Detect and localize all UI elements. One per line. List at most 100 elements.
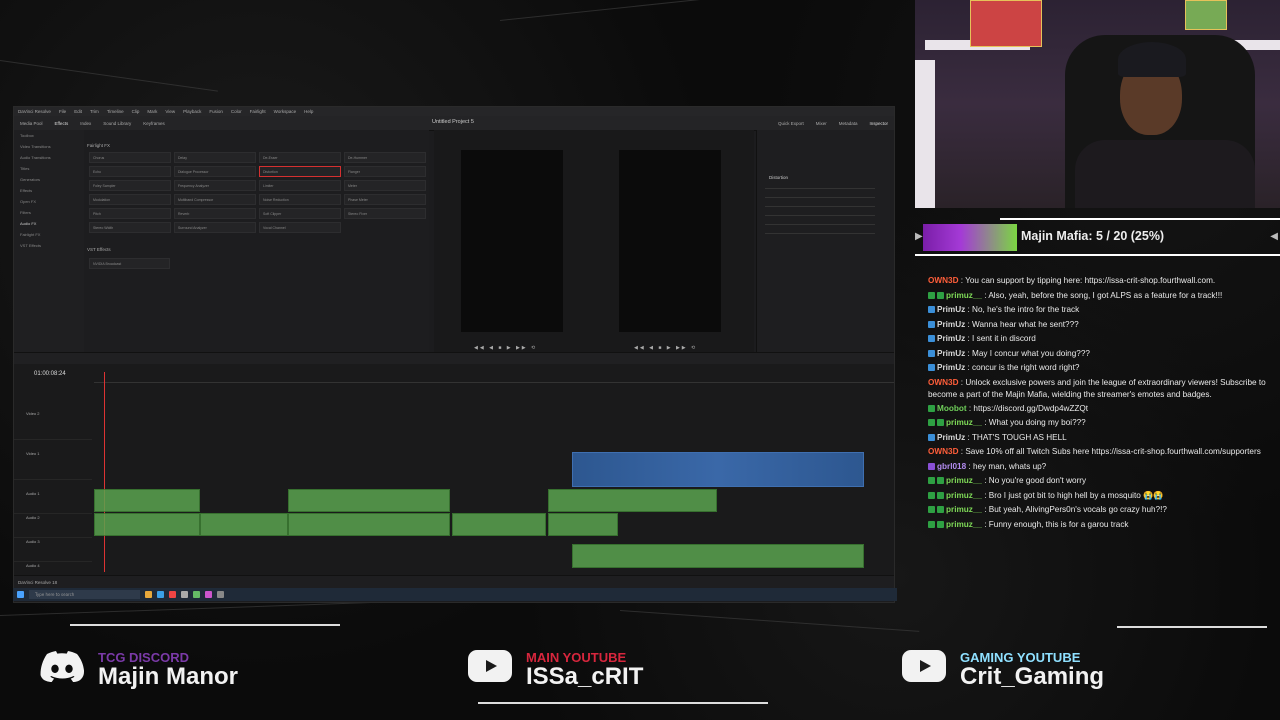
inspector-slider[interactable] [765, 203, 875, 207]
tree-item[interactable]: Fairlight FX [14, 229, 84, 240]
app-icon[interactable] [169, 591, 176, 598]
audio-clip[interactable] [94, 489, 200, 512]
chat-username[interactable]: primuz__ [946, 491, 982, 500]
tree-item[interactable]: Filters [14, 207, 84, 218]
menu-item[interactable]: Color [231, 109, 242, 114]
tree-item[interactable]: Video Transitions [14, 141, 84, 152]
menu-item[interactable]: Playback [183, 109, 201, 114]
sound-library-button[interactable]: Sound Library [97, 121, 137, 126]
chat-username[interactable]: primuz__ [946, 505, 982, 514]
media-pool-button[interactable]: Media Pool [14, 121, 49, 126]
tree-item[interactable]: Audio Transitions [14, 152, 84, 163]
audio-clip[interactable] [548, 489, 717, 512]
effects-button[interactable]: Effects [49, 121, 75, 126]
fx-item[interactable]: Surround Analyzer [174, 222, 256, 233]
audio-clip[interactable] [572, 544, 864, 568]
audio-clip[interactable] [452, 513, 546, 536]
source-viewer[interactable] [461, 150, 563, 332]
chat-username[interactable]: PrimUz [937, 305, 965, 314]
chat-username[interactable]: primuz__ [946, 520, 982, 529]
menu-item[interactable]: View [165, 109, 175, 114]
timeline-viewer[interactable] [619, 150, 721, 332]
fx-item[interactable]: Meter [344, 180, 426, 191]
chat-username[interactable]: OWN3D [928, 378, 958, 387]
fx-item[interactable]: Chorus [89, 152, 171, 163]
menu-item[interactable]: DaVinci Resolve [18, 109, 51, 114]
transport-controls[interactable]: ◀◀ ◀ ■ ▶ ▶▶ ⟲ [634, 345, 697, 351]
video-clip[interactable] [572, 452, 864, 487]
fx-item[interactable]: Vocal Channel [259, 222, 341, 233]
fx-item[interactable]: Frequency Analyzer [174, 180, 256, 191]
inspector-slider[interactable] [765, 230, 875, 234]
chat-username[interactable]: primuz__ [946, 291, 982, 300]
metadata-button[interactable]: Metadata [833, 121, 864, 126]
tree-item[interactable]: Generators [14, 174, 84, 185]
tree-item[interactable]: Toolbox [14, 130, 84, 141]
fx-item[interactable]: Echo [89, 166, 171, 177]
menu-item[interactable]: Edit [74, 109, 82, 114]
fx-item[interactable]: Stereo Fixer [344, 208, 426, 219]
inspector-button[interactable]: Inspector [863, 121, 894, 126]
fx-item[interactable]: Soft Clipper [259, 208, 341, 219]
fx-item[interactable]: Multiband Compressor [174, 194, 256, 205]
tree-item[interactable]: Titles [14, 163, 84, 174]
index-button[interactable]: Index [74, 121, 97, 126]
inspector-slider[interactable] [765, 221, 875, 225]
tree-item[interactable]: Effects [14, 185, 84, 196]
audio-clip[interactable] [200, 513, 288, 536]
menu-item[interactable]: Trim [90, 109, 99, 114]
tree-item[interactable]: Audio FX [14, 218, 84, 229]
fx-item[interactable]: Modulation [89, 194, 171, 205]
start-icon[interactable] [17, 591, 24, 598]
menu-item[interactable]: Fusion [209, 109, 223, 114]
audio-clip[interactable] [548, 513, 618, 536]
app-icon[interactable] [205, 591, 212, 598]
fx-item[interactable]: Flanger [344, 166, 426, 177]
menu-item[interactable]: Mark [147, 109, 157, 114]
tree-item[interactable]: VST Effects [14, 240, 84, 251]
menu-item[interactable]: Timeline [107, 109, 124, 114]
chat-username[interactable]: primuz__ [946, 418, 982, 427]
transport-controls[interactable]: ◀◀ ◀ ■ ▶ ▶▶ ⟲ [474, 345, 537, 351]
fx-item[interactable]: Delay [174, 152, 256, 163]
fx-item-selected[interactable]: Distortion [259, 166, 341, 177]
fx-item[interactable]: De-Hummer [344, 152, 426, 163]
taskbar-search[interactable]: Type here to search [29, 590, 140, 599]
chat-username[interactable]: PrimUz [937, 320, 965, 329]
fx-item[interactable]: De-Esser [259, 152, 341, 163]
inspector-slider[interactable] [765, 212, 875, 216]
inspector-slider[interactable] [765, 194, 875, 198]
fx-item[interactable]: Phase Meter [344, 194, 426, 205]
keyframes-button[interactable]: Keyframes [137, 121, 171, 126]
app-icon[interactable] [157, 591, 164, 598]
chat-username[interactable]: PrimUz [937, 349, 965, 358]
mixer-button[interactable]: Mixer [810, 121, 833, 126]
quick-export-button[interactable]: Quick Export [772, 121, 810, 126]
inspector-slider[interactable] [765, 185, 875, 189]
audio-clip[interactable] [288, 489, 450, 512]
fx-item[interactable]: Reverb [174, 208, 256, 219]
chat-username[interactable]: Moobot [937, 404, 967, 413]
tree-item[interactable]: Open FX [14, 196, 84, 207]
chat-username[interactable]: gbrl018 [937, 462, 966, 471]
chat-username[interactable]: PrimUz [937, 334, 965, 343]
fx-item[interactable]: Limiter [259, 180, 341, 191]
menu-item[interactable]: Fairlight [250, 109, 266, 114]
app-icon[interactable] [145, 591, 152, 598]
fx-item[interactable]: Stereo Width [89, 222, 171, 233]
fx-item[interactable]: Pitch [89, 208, 171, 219]
chat-username[interactable]: OWN3D [928, 276, 958, 285]
audio-clip[interactable] [288, 513, 450, 536]
chat-username[interactable]: PrimUz [937, 363, 965, 372]
fx-item[interactable]: Foley Sampler [89, 180, 171, 191]
app-icon[interactable] [181, 591, 188, 598]
timeline-ruler[interactable] [94, 374, 894, 383]
audio-clip[interactable] [94, 513, 200, 536]
chat-username[interactable]: OWN3D [928, 447, 958, 456]
chat-username[interactable]: PrimUz [937, 433, 965, 442]
chat-username[interactable]: primuz__ [946, 476, 982, 485]
menu-item[interactable]: Help [304, 109, 313, 114]
app-icon[interactable] [193, 591, 200, 598]
playhead[interactable] [104, 372, 105, 572]
app-icon[interactable] [217, 591, 224, 598]
